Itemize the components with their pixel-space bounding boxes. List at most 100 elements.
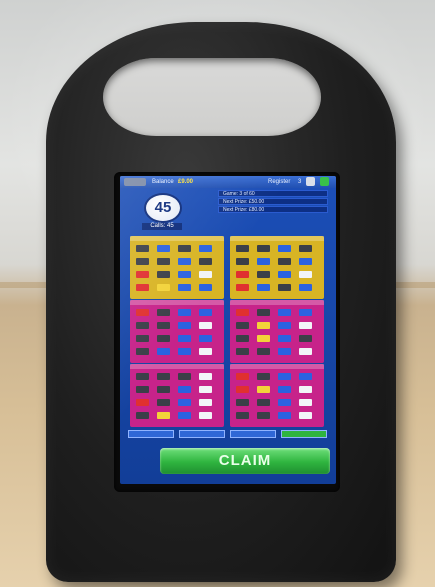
card-cell <box>299 245 312 252</box>
card-cell <box>199 284 212 291</box>
card-cell <box>157 309 170 316</box>
info-line-3: Next Prize: £80.00 <box>218 206 328 213</box>
card-cell <box>178 373 191 380</box>
card-header <box>130 300 224 305</box>
card-cell <box>257 309 270 316</box>
called-ball: 45 <box>144 193 182 223</box>
card-cell <box>136 245 149 252</box>
card-cell <box>257 399 270 406</box>
card-cell <box>178 386 191 393</box>
card-cell <box>178 348 191 355</box>
card-cell <box>278 399 291 406</box>
info-line-1: Game: 3 of 60 <box>218 190 328 197</box>
card-cell <box>199 271 212 278</box>
card-cell <box>199 386 212 393</box>
card-cell <box>157 399 170 406</box>
card-cell <box>257 322 270 329</box>
bingo-card[interactable] <box>130 236 224 299</box>
card-cell <box>136 412 149 419</box>
info-line-2: Next Prize: £50.00 <box>218 198 328 205</box>
card-cell <box>178 284 191 291</box>
card-cell <box>299 373 312 380</box>
card-cell <box>157 245 170 252</box>
card-cell <box>278 322 291 329</box>
card-cell <box>236 309 249 316</box>
card-cell <box>236 284 249 291</box>
tab-2[interactable] <box>179 430 225 438</box>
card-cell <box>278 258 291 265</box>
bingo-screen: Balance £9.00 Register 3 45 Calls: 45 Ga… <box>120 176 336 484</box>
card-cell <box>178 412 191 419</box>
card-cell <box>236 348 249 355</box>
card-cell <box>199 258 212 265</box>
claim-button[interactable]: CLAIM <box>160 448 330 474</box>
card-cell <box>157 271 170 278</box>
top-bar: Balance £9.00 Register 3 <box>120 176 336 188</box>
sound-icon[interactable] <box>306 177 315 186</box>
card-cell <box>136 386 149 393</box>
card-cell <box>257 258 270 265</box>
card-cell <box>157 412 170 419</box>
balance-label: Balance <box>152 179 174 185</box>
tab-4[interactable] <box>281 430 327 438</box>
bingo-card[interactable] <box>230 364 324 427</box>
register-label: Register <box>268 179 291 185</box>
bingo-card[interactable] <box>130 300 224 363</box>
card-cell <box>257 245 270 252</box>
card-cell <box>157 322 170 329</box>
bingo-card[interactable] <box>230 236 324 299</box>
card-cell <box>257 412 270 419</box>
card-cell <box>299 348 312 355</box>
card-cell <box>178 258 191 265</box>
balance-value: £9.00 <box>178 179 194 185</box>
card-cell <box>278 348 291 355</box>
card-cell <box>178 309 191 316</box>
card-cell <box>236 412 249 419</box>
card-cell <box>199 412 212 419</box>
card-cell <box>199 399 212 406</box>
card-cell <box>178 245 191 252</box>
card-cell <box>278 335 291 342</box>
card-cell <box>299 271 312 278</box>
card-cell <box>299 284 312 291</box>
card-cell <box>299 322 312 329</box>
card-cell <box>257 271 270 278</box>
bingo-card[interactable] <box>130 364 224 427</box>
card-cell <box>236 335 249 342</box>
card-cell <box>236 271 249 278</box>
bingo-card[interactable] <box>230 300 324 363</box>
status-icon <box>320 177 329 186</box>
card-cell <box>236 373 249 380</box>
card-header <box>230 236 324 241</box>
tab-1[interactable] <box>128 430 174 438</box>
card-cell <box>199 322 212 329</box>
card-cell <box>199 245 212 252</box>
card-cell <box>236 245 249 252</box>
card-cell <box>178 399 191 406</box>
card-header <box>230 300 324 305</box>
card-cell <box>157 335 170 342</box>
card-cell <box>236 322 249 329</box>
card-cell <box>157 348 170 355</box>
card-cell <box>257 335 270 342</box>
card-cell <box>178 335 191 342</box>
card-cell <box>236 258 249 265</box>
card-cell <box>257 386 270 393</box>
card-cell <box>278 284 291 291</box>
card-header <box>130 364 224 369</box>
card-cell <box>136 271 149 278</box>
card-cell <box>257 348 270 355</box>
menu-button[interactable] <box>124 178 146 186</box>
tab-3[interactable] <box>230 430 276 438</box>
card-cell <box>299 386 312 393</box>
card-cell <box>178 271 191 278</box>
register-count: 3 <box>298 179 302 185</box>
card-cell <box>157 373 170 380</box>
card-cell <box>257 284 270 291</box>
card-cell <box>278 386 291 393</box>
card-cell <box>299 399 312 406</box>
card-header <box>230 364 324 369</box>
bottom-tabs <box>128 430 328 438</box>
card-cell <box>278 412 291 419</box>
card-cell <box>136 284 149 291</box>
